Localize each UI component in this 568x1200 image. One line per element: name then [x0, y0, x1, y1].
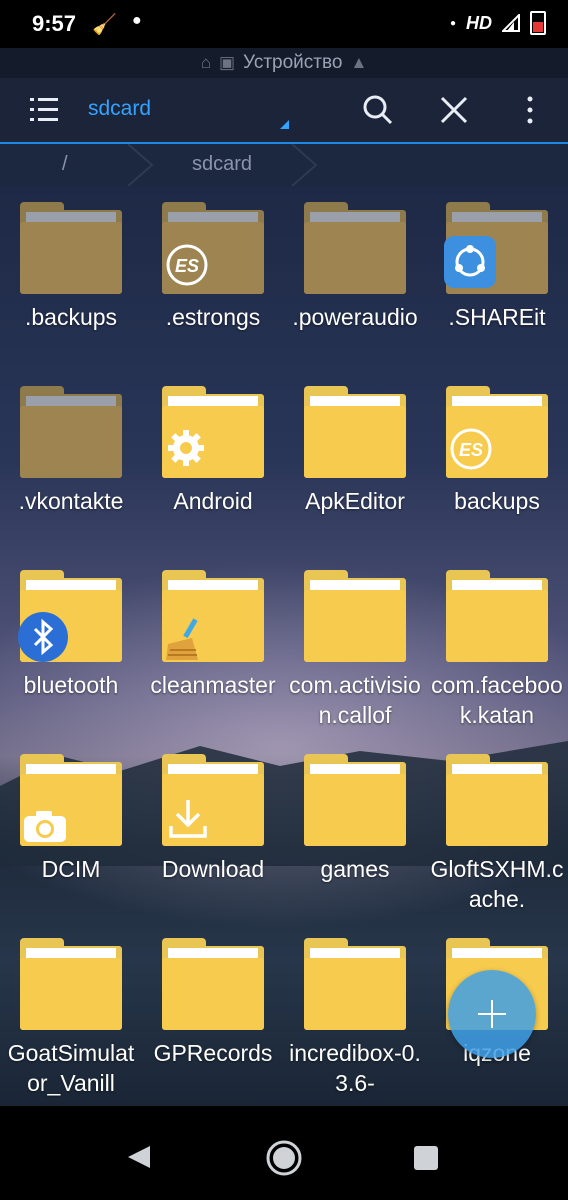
- folder-icon: [162, 936, 264, 1032]
- file-item[interactable]: Download: [142, 738, 284, 884]
- folder-icon: [304, 936, 406, 1032]
- folder-icon: [20, 752, 122, 848]
- file-name: com.facebook.katan: [431, 672, 563, 728]
- file-grid-area[interactable]: .backups ES .estrongs .poweraudio .SHAREit .v…: [0, 186, 568, 1106]
- file-name: .estrongs: [165, 304, 261, 330]
- file-item[interactable]: games: [284, 738, 426, 884]
- gear-icon: [166, 428, 206, 473]
- file-item[interactable]: com.activision.callof: [284, 554, 426, 730]
- toolbar-title[interactable]: sdcard: [88, 97, 151, 121]
- folder-icon: ES: [446, 384, 548, 480]
- breadcrumb: / sdcard: [0, 144, 568, 186]
- folder-icon: [304, 200, 406, 296]
- svg-text:ES: ES: [459, 440, 483, 460]
- notification-dot-icon: ●: [132, 12, 142, 29]
- breadcrumb-separator-icon: [127, 144, 154, 186]
- home-nav-icon[interactable]: [266, 1140, 302, 1176]
- more-options-icon[interactable]: [518, 94, 542, 126]
- bluetooth-icon: [18, 612, 68, 667]
- es-logo-icon: ES: [448, 426, 494, 477]
- file-item[interactable]: .SHAREit: [426, 186, 568, 332]
- folder-icon: [18, 568, 122, 667]
- file-item[interactable]: .poweraudio: [284, 186, 426, 332]
- file-item[interactable]: bluetooth: [0, 554, 142, 700]
- folder-icon: [162, 752, 264, 848]
- status-time: 9:57: [32, 11, 77, 36]
- back-icon[interactable]: [128, 1146, 150, 1168]
- dropdown-arrow-icon[interactable]: [280, 120, 289, 129]
- add-button[interactable]: [448, 970, 536, 1058]
- file-item[interactable]: .vkontakte: [0, 370, 142, 516]
- notification-dot-icon: ●: [449, 17, 456, 29]
- shareit-icon: [444, 236, 496, 293]
- file-item[interactable]: .backups: [0, 186, 142, 332]
- folder-icon: [162, 568, 264, 664]
- breadcrumb-current[interactable]: sdcard: [192, 153, 252, 176]
- navigation-bar: [0, 1106, 568, 1200]
- file-name: .SHAREit: [448, 304, 546, 330]
- folder-icon: ES: [162, 200, 264, 296]
- location-label[interactable]: Устройство: [243, 52, 342, 74]
- folder-icon: [20, 200, 122, 296]
- search-icon[interactable]: [362, 94, 394, 126]
- breadcrumb-root[interactable]: /: [62, 153, 68, 176]
- network-type: HD: [466, 12, 492, 33]
- file-name: .poweraudio: [292, 304, 418, 330]
- folder-icon: [20, 936, 122, 1032]
- file-name: backups: [454, 488, 540, 514]
- file-item[interactable]: ES backups: [426, 370, 568, 516]
- folder-icon: [446, 752, 548, 848]
- file-name: .backups: [24, 304, 118, 330]
- file-name: .vkontakte: [18, 488, 124, 514]
- file-name: games: [320, 856, 390, 882]
- es-logo-icon: ES: [164, 242, 210, 293]
- battery-icon: [530, 11, 546, 35]
- file-item[interactable]: GPRecords: [142, 922, 284, 1068]
- file-item[interactable]: ApkEditor: [284, 370, 426, 516]
- cleaner-notification-icon: 🧹: [92, 14, 117, 36]
- folder-icon: [20, 384, 122, 480]
- menu-icon[interactable]: [30, 98, 58, 122]
- file-item[interactable]: GoatSimulator_Vanill: [0, 922, 142, 1098]
- file-item[interactable]: GloftSXHM.cache.: [426, 738, 568, 914]
- folder-icon: [304, 384, 406, 480]
- folder-icon: [444, 200, 548, 296]
- file-item[interactable]: Android: [142, 370, 284, 516]
- folder-icon: [162, 384, 264, 480]
- toolbar: sdcard: [0, 78, 568, 144]
- file-name: cleanmaster: [150, 672, 276, 698]
- file-name: incredibox-0.3.6-: [289, 1040, 421, 1096]
- file-name: Android: [173, 488, 253, 514]
- location-bar: ⌂ ▣ Устройство ▲: [0, 48, 568, 78]
- file-name: GoatSimulator_Vanill: [7, 1040, 135, 1096]
- file-item[interactable]: incredibox-0.3.6-: [284, 922, 426, 1098]
- download-icon: [166, 796, 210, 845]
- home-icon[interactable]: ⌂: [201, 53, 211, 73]
- file-item[interactable]: cleanmaster: [142, 554, 284, 700]
- file-item[interactable]: ES .estrongs: [142, 186, 284, 332]
- file-item[interactable]: DCIM: [0, 738, 142, 884]
- folder-icon: [446, 568, 548, 664]
- status-bar: 9:57 🧹 ● ● HD: [0, 0, 568, 48]
- broom-icon: [162, 616, 208, 667]
- file-item[interactable]: com.facebook.katan: [426, 554, 568, 730]
- recent-apps-icon[interactable]: [414, 1146, 438, 1170]
- file-name: DCIM: [41, 856, 101, 882]
- file-name: Download: [161, 856, 265, 882]
- android-icon[interactable]: ▲: [350, 53, 367, 73]
- folder-icon: [304, 752, 406, 848]
- file-name: ApkEditor: [305, 488, 405, 514]
- breadcrumb-separator-icon: [291, 144, 318, 186]
- svg-text:ES: ES: [175, 256, 199, 276]
- folder-icon: [304, 568, 406, 664]
- sd-card-icon: ▣: [218, 53, 236, 72]
- camera-icon: [22, 808, 68, 849]
- file-name: bluetooth: [23, 672, 119, 698]
- file-name: com.activision.callof: [289, 672, 421, 728]
- close-icon[interactable]: [438, 94, 470, 126]
- file-name: GPRecords: [153, 1040, 273, 1066]
- signal-icon: [502, 14, 520, 32]
- file-name: GloftSXHM.cache.: [430, 856, 564, 912]
